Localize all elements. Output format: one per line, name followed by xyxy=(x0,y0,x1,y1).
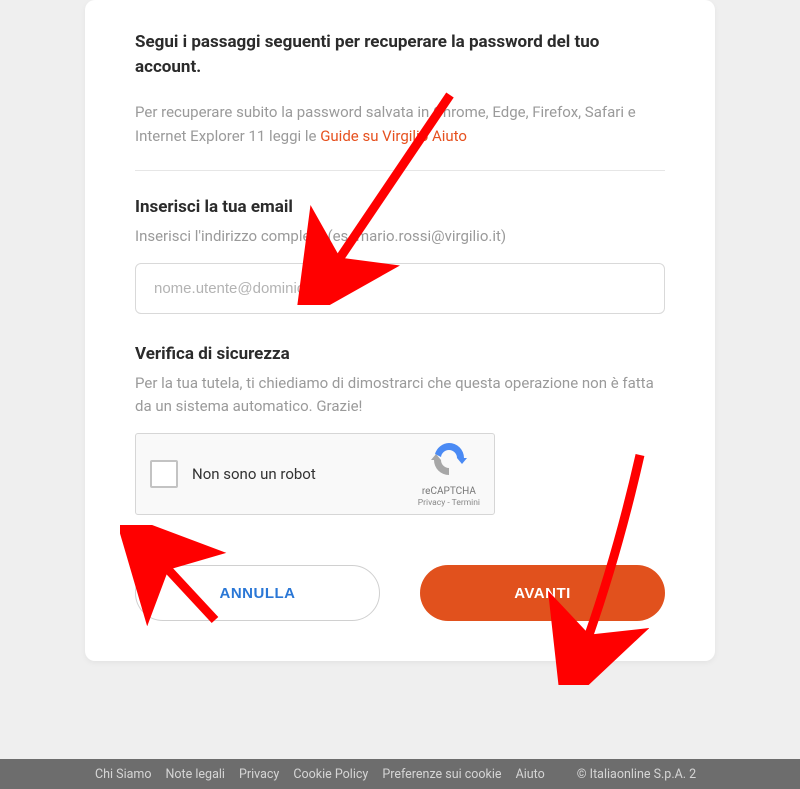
footer-link[interactable]: Aiuto xyxy=(516,767,545,782)
security-section-desc: Per la tua tutela, ti chiediamo di dimos… xyxy=(135,372,665,417)
footer-link[interactable]: Note legali xyxy=(166,767,225,782)
footer-link[interactable]: Privacy xyxy=(239,767,279,782)
footer-link[interactable]: Cookie Policy xyxy=(293,767,368,782)
next-button[interactable]: AVANTI xyxy=(420,565,665,621)
recaptcha-icon xyxy=(429,440,469,478)
recaptcha-privacy-links[interactable]: Privacy - Termini xyxy=(418,498,480,509)
cancel-button[interactable]: ANNULLA xyxy=(135,565,380,621)
recaptcha-checkbox[interactable] xyxy=(150,460,178,488)
guide-link[interactable]: Guide su Virgilio Aiuto xyxy=(320,127,467,145)
password-recovery-card: Segui i passaggi seguenti per recuperare… xyxy=(85,0,715,661)
card-heading: Segui i passaggi seguenti per recuperare… xyxy=(135,30,665,79)
email-section-desc: Inserisci l'indirizzo completo (es. mari… xyxy=(135,225,665,248)
recaptcha-badge: reCAPTCHA Privacy - Termini xyxy=(418,440,480,509)
recaptcha-widget: Non sono un robot reCAPTCHA Privacy - Te… xyxy=(135,433,495,515)
footer-copyright: © Italiaonline S.p.A. 2 xyxy=(577,767,696,782)
recaptcha-label: Non sono un robot xyxy=(192,465,418,483)
email-input[interactable] xyxy=(135,263,665,314)
footer-link[interactable]: Chi Siamo xyxy=(95,767,152,782)
footer-link[interactable]: Preferenze sui cookie xyxy=(382,767,501,782)
button-row: ANNULLA AVANTI xyxy=(135,565,665,621)
browser-hint-text: Per recuperare subito la password salvat… xyxy=(135,101,665,148)
recaptcha-brand: reCAPTCHA xyxy=(418,485,480,498)
page-footer: Chi Siamo Note legali Privacy Cookie Pol… xyxy=(0,759,800,789)
security-section-title: Verifica di sicurezza xyxy=(135,344,665,364)
email-section-title: Inserisci la tua email xyxy=(135,197,665,217)
divider xyxy=(135,170,665,171)
